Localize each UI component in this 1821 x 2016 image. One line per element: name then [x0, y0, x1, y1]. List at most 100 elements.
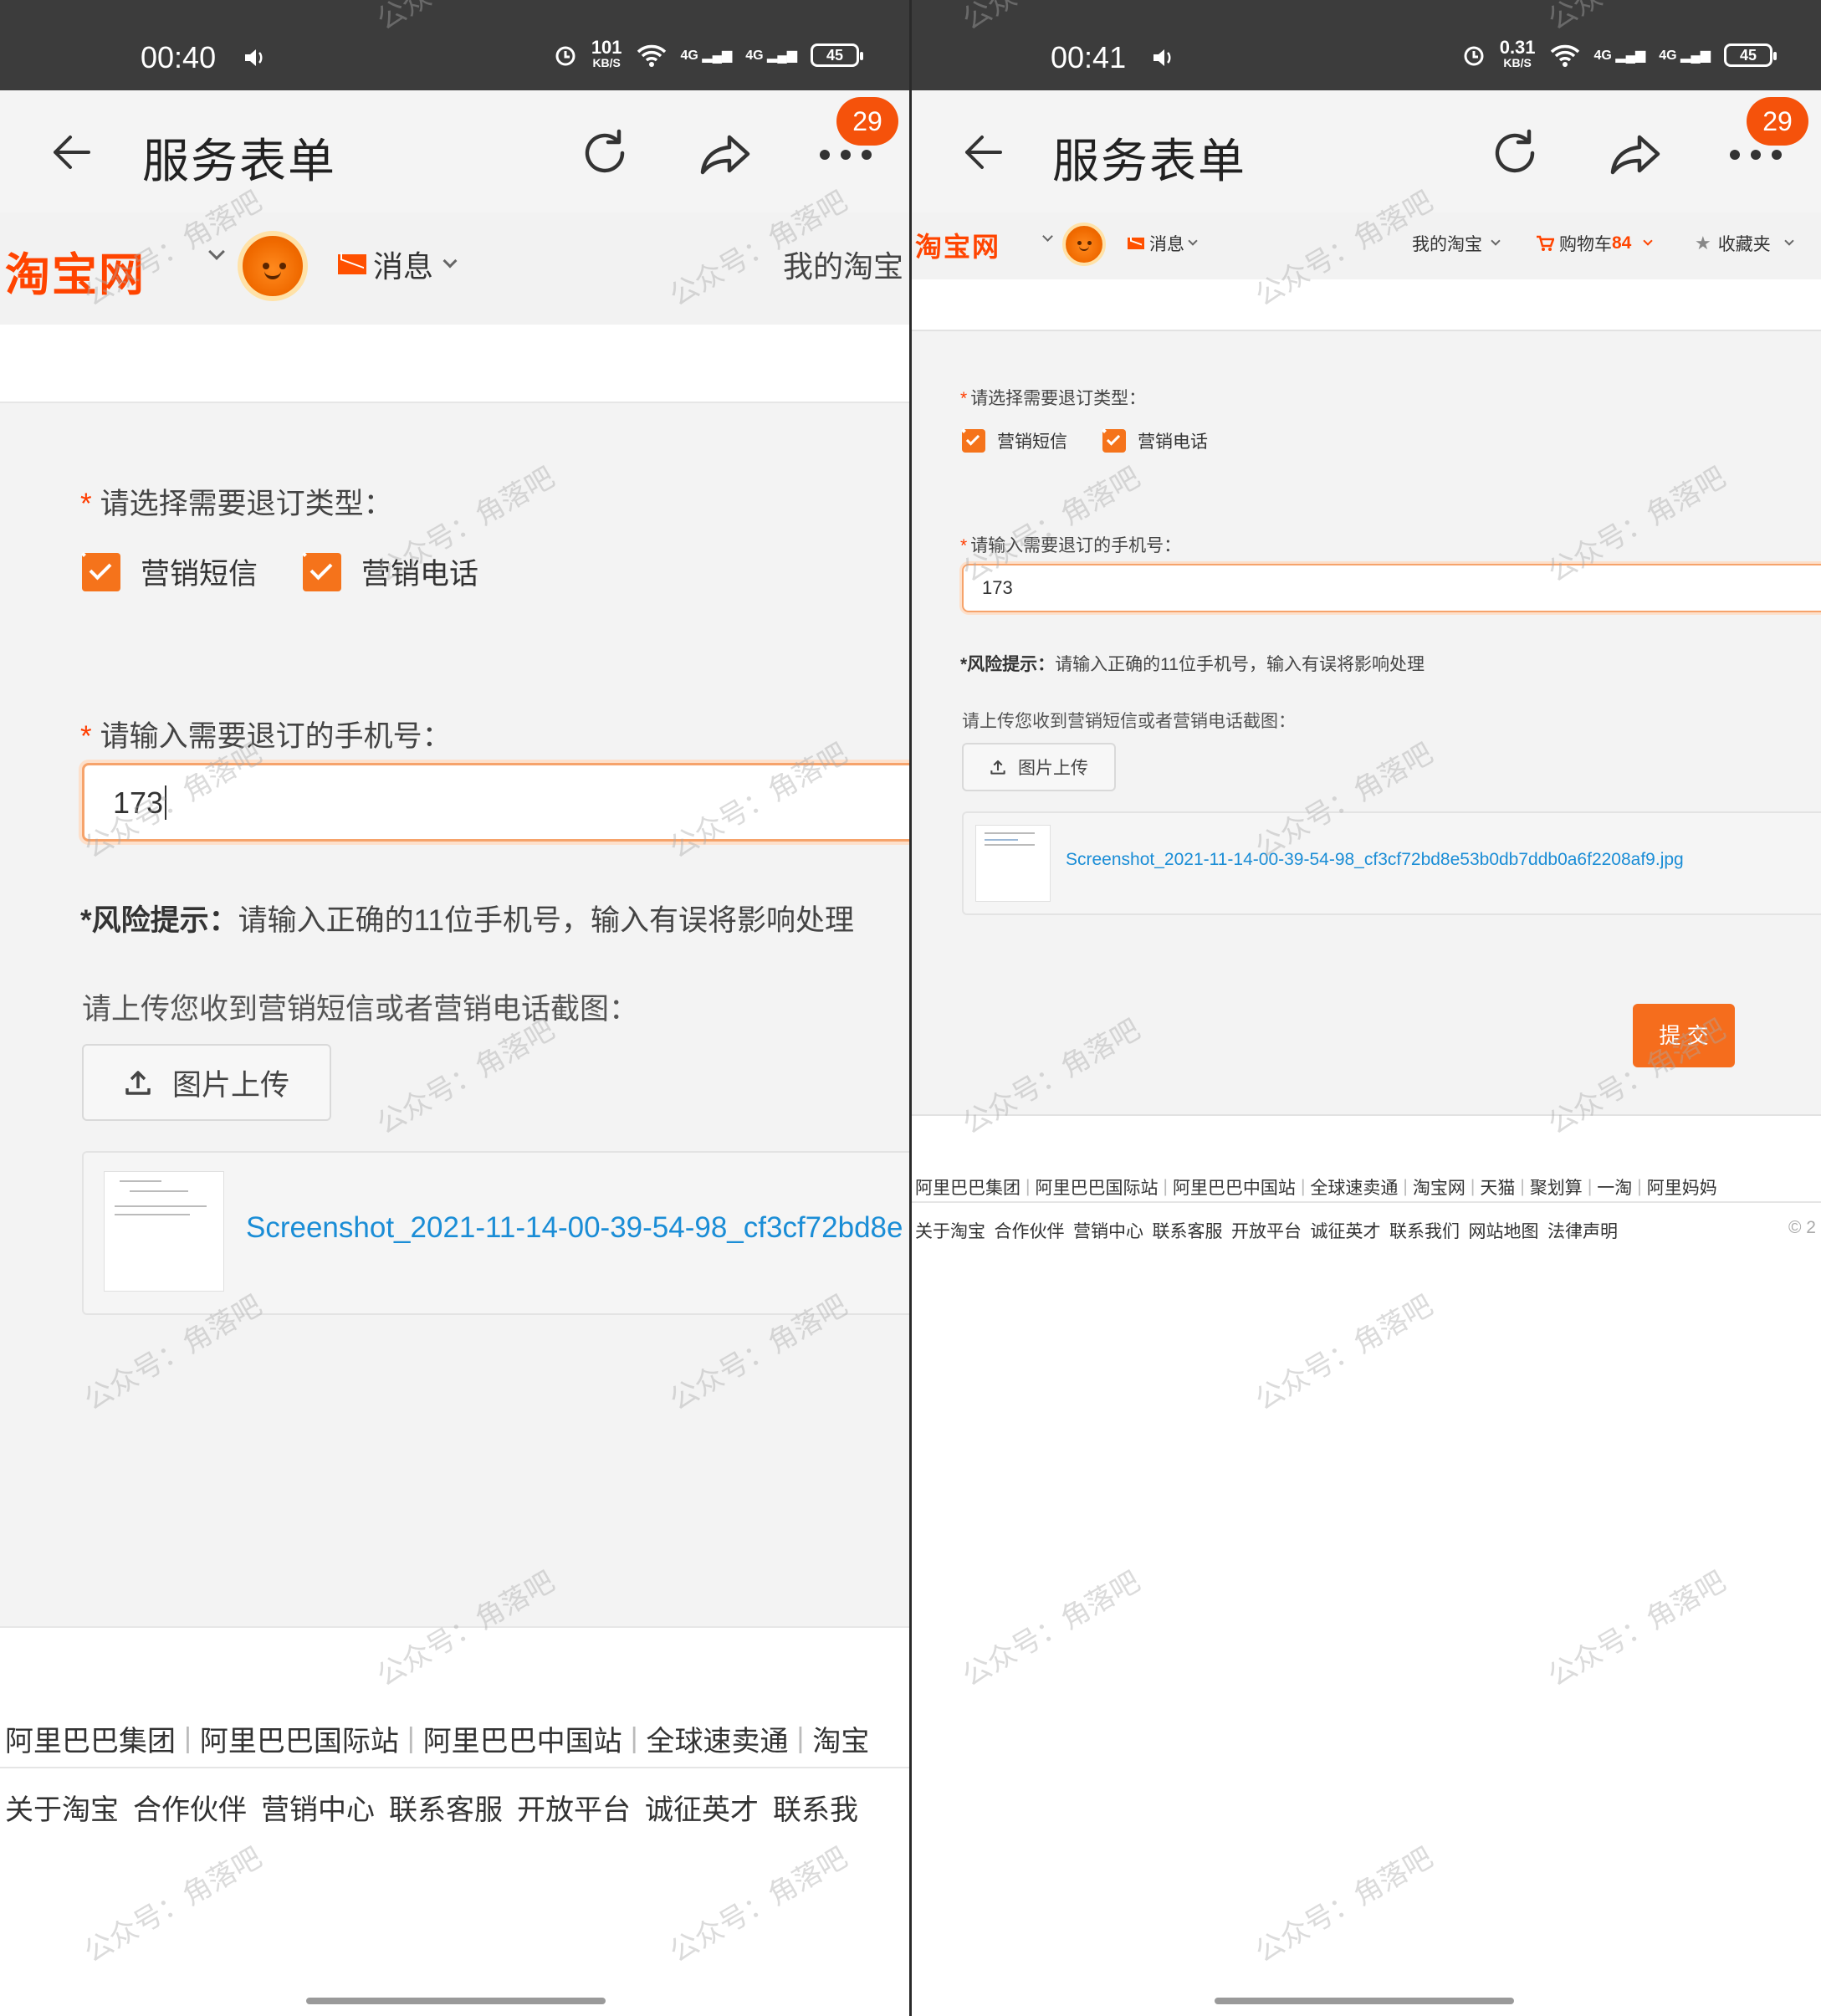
footer-link[interactable]: 关于淘宝: [5, 1787, 119, 1828]
signal-icon: 4G ▂▄▆: [680, 49, 733, 63]
footer-link[interactable]: 诚征英才: [645, 1787, 759, 1828]
avatar[interactable]: [1062, 223, 1106, 266]
refresh-icon[interactable]: [1486, 124, 1544, 182]
left-phone-screen: 00:40 101 KB/S 4G ▂▄▆ 4G ▂▄▆ 45 服务表单 29 淘…: [0, 0, 909, 2016]
footer-link[interactable]: 天猫: [1480, 1174, 1515, 1200]
file-thumbnail[interactable]: [975, 825, 1051, 902]
star-icon: ★: [1695, 233, 1711, 253]
clock: 00:40: [141, 40, 217, 74]
cart-link[interactable]: 购物车 84: [1536, 231, 1654, 256]
chevron-down-icon[interactable]: [1042, 231, 1053, 242]
footer-link[interactable]: 阿里巴巴国际站: [1035, 1174, 1158, 1200]
type-label: * 请选择需要退订类型：: [80, 488, 393, 520]
checkbox-checked-icon[interactable]: [1102, 429, 1126, 453]
footer-link[interactable]: 阿里巴巴中国站: [1173, 1174, 1296, 1200]
footer-link[interactable]: 阿里巴巴国际站: [200, 1718, 399, 1759]
upload-icon: [990, 760, 1005, 775]
submit-button[interactable]: 提 交: [1633, 1004, 1735, 1067]
avatar[interactable]: [238, 231, 308, 301]
phone-input[interactable]: 173: [962, 564, 1821, 612]
volume-icon: [245, 49, 263, 66]
back-arrow-icon[interactable]: [47, 127, 97, 177]
file-name-link[interactable]: Screenshot_2021-11-14-00-39-54-98_cf3cf7…: [1066, 850, 1684, 870]
footer-link[interactable]: 阿里妈妈: [1647, 1174, 1717, 1200]
app-bar: 服务表单 29: [912, 90, 1821, 212]
footer-separator: |: [1520, 1177, 1525, 1196]
checkbox-checked-icon[interactable]: [82, 552, 120, 591]
refresh-icon[interactable]: [575, 124, 634, 182]
checkbox-checked-icon[interactable]: [303, 552, 341, 591]
signal-icon-2: 4G ▂▄▆: [1659, 49, 1711, 63]
type-label: * 请选择需要退订类型：: [960, 389, 1147, 408]
footer-link[interactable]: 阿里巴巴集团: [5, 1718, 176, 1759]
footer-separator: |: [1026, 1177, 1031, 1196]
share-icon[interactable]: [696, 125, 754, 184]
footer-link[interactable]: 营销中心: [261, 1787, 375, 1828]
more-icon[interactable]: [816, 142, 875, 167]
footer-link[interactable]: 合作伙伴: [133, 1787, 247, 1828]
signal-icon-2: 4G ▂▄▆: [745, 49, 797, 63]
taobao-logo[interactable]: 淘宝网: [915, 226, 1000, 264]
footer-link[interactable]: 淘宝: [812, 1718, 869, 1759]
footer-link[interactable]: 一淘: [1597, 1174, 1632, 1200]
footer-link[interactable]: 全球速卖通: [647, 1718, 789, 1759]
chevron-down-icon[interactable]: [208, 243, 225, 260]
footer-links-row1: 阿里巴巴集团 | 阿里巴巴国际站 | 阿里巴巴中国站 | 全球速卖通 | 淘宝网 | 天猫 | 聚划算 |…: [915, 1174, 1717, 1200]
home-indicator[interactable]: [306, 1998, 606, 2004]
volume-icon: [1153, 49, 1171, 66]
footer-separator: |: [1587, 1177, 1593, 1196]
footer-link[interactable]: 阿里巴巴集团: [915, 1174, 1020, 1200]
copyright: © 2: [1788, 1218, 1816, 1237]
footer-link[interactable]: 淘宝网: [1413, 1174, 1465, 1200]
share-icon[interactable]: [1606, 125, 1665, 184]
footer-link[interactable]: 开放平台: [1231, 1218, 1302, 1243]
checkbox-call[interactable]: 营销电话: [303, 550, 478, 593]
footer-separator: |: [407, 1722, 415, 1754]
messages-menu[interactable]: 消息: [1128, 231, 1198, 256]
checkbox-sms[interactable]: 营销短信: [82, 550, 258, 593]
footer-link[interactable]: 诚征英才: [1311, 1218, 1381, 1243]
mail-icon: [338, 254, 366, 274]
more-icon[interactable]: [1726, 142, 1785, 167]
footer-separator: |: [1163, 1177, 1168, 1196]
form-panel: * 请选择需要退订类型： 营销短信 营销电话 * 请输入需要退订的手机号： 173 …: [0, 402, 909, 1628]
phone-input[interactable]: 173: [82, 763, 909, 842]
file-name-link[interactable]: Screenshot_2021-11-14-00-39-54-98_cf3cf7…: [246, 1211, 903, 1245]
upload-button[interactable]: 图片上传: [962, 743, 1116, 791]
battery-icon: 45: [811, 43, 863, 67]
taobao-logo[interactable]: 淘宝网: [5, 238, 146, 304]
my-taobao-link[interactable]: 我的淘宝: [783, 243, 903, 286]
checkbox-checked-icon[interactable]: [962, 429, 985, 453]
footer-link[interactable]: 网站地图: [1469, 1218, 1539, 1243]
footer-link[interactable]: 联系我们: [1389, 1218, 1460, 1243]
footer-link[interactable]: 联系客服: [389, 1787, 503, 1828]
spacer: [912, 279, 1821, 330]
footer-separator: |: [1403, 1177, 1408, 1196]
checkbox-call[interactable]: 营销电话: [1102, 428, 1208, 453]
footer-link[interactable]: 聚划算: [1530, 1174, 1583, 1200]
footer-link[interactable]: 联系我: [773, 1787, 858, 1828]
checkbox-sms[interactable]: 营销短信: [962, 428, 1067, 453]
taobao-nav: 淘宝网 消息 我的淘宝: [0, 212, 909, 325]
footer-link[interactable]: 关于淘宝: [915, 1218, 985, 1243]
footer-link[interactable]: 全球速卖通: [1310, 1174, 1398, 1200]
footer-link[interactable]: 开放平台: [517, 1787, 631, 1828]
file-thumbnail[interactable]: [104, 1171, 224, 1292]
footer-link[interactable]: 联系客服: [1153, 1218, 1223, 1243]
risk-warning: *风险提示：请输入正确的11位手机号，输入有误将影响处理: [80, 904, 854, 937]
footer-link[interactable]: 营销中心: [1073, 1218, 1143, 1243]
footer-link[interactable]: 阿里巴巴中国站: [423, 1718, 622, 1759]
alarm-icon: [555, 46, 575, 66]
messages-menu[interactable]: 消息: [338, 243, 458, 286]
app-bar: 服务表单 29: [0, 90, 909, 212]
footer-link[interactable]: 法律声明: [1547, 1218, 1618, 1243]
home-indicator[interactable]: [1215, 1998, 1514, 2004]
footer-links-row2: 关于淘宝 合作伙伴 营销中心 联系客服 开放平台 诚征英才 联系我们 网站地图 法律声明: [915, 1218, 1618, 1243]
form-panel: * 请选择需要退订类型： 营销短信 营销电话 * 请输入需要退订的手机号： 173 …: [912, 330, 1821, 1116]
footer-link[interactable]: 合作伙伴: [995, 1218, 1065, 1243]
footer-links-row1: 阿里巴巴集团 | 阿里巴巴国际站 | 阿里巴巴中国站 | 全球速卖通 | 淘宝: [5, 1718, 869, 1759]
favorites-link[interactable]: ★ 收藏夹: [1695, 231, 1794, 256]
my-taobao-link[interactable]: 我的淘宝: [1412, 231, 1501, 256]
back-arrow-icon[interactable]: [959, 127, 1009, 177]
upload-button[interactable]: 图片上传: [82, 1044, 331, 1121]
